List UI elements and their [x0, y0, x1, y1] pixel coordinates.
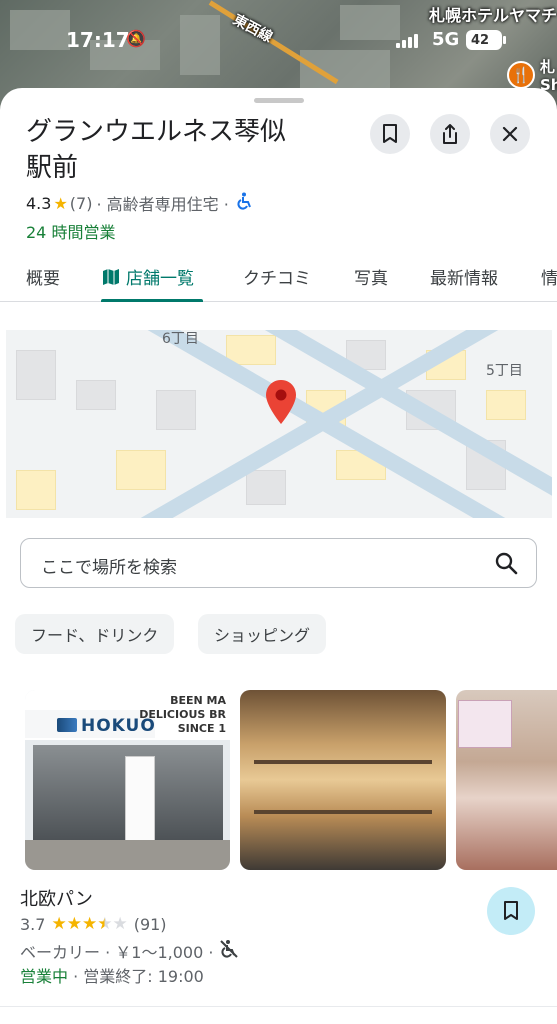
tab-updates[interactable]: 最新情報: [430, 264, 498, 289]
status-time: 17:17: [66, 28, 130, 52]
location-pin-icon[interactable]: [264, 378, 298, 426]
chip-shopping[interactable]: ショッピング: [198, 614, 327, 654]
status-bar: 17:17 🔕 5G 42: [0, 28, 557, 54]
place-category: · 高齢者専用住宅 ·: [96, 195, 229, 214]
listing-save-button[interactable]: [487, 887, 535, 935]
tab-bar: 概要 店舗一覧 クチコミ 写真 最新情報 情: [0, 250, 557, 302]
listing-name[interactable]: 北欧パン: [20, 885, 93, 911]
search-icon[interactable]: [494, 551, 518, 575]
tab-info[interactable]: 情: [541, 264, 557, 289]
battery-level: 42: [471, 32, 490, 48]
search-input[interactable]: ここで場所を検索: [20, 538, 537, 588]
bookmark-icon: [383, 124, 397, 143]
active-tab-indicator: [101, 299, 203, 302]
place-hours: 24 時間営業: [26, 223, 116, 242]
map-icon: [103, 269, 119, 285]
tab-photos[interactable]: 写真: [354, 264, 388, 289]
place-title: グランウエルネス琴似 駅前: [26, 114, 346, 186]
chip-food-drink[interactable]: フード、ドリンク: [15, 614, 175, 654]
tab-directory[interactable]: 店舗一覧: [102, 264, 194, 289]
hokuo-logo: [57, 718, 77, 732]
star-rating-icon: ★ ★ ★ ★ ★: [51, 914, 128, 934]
save-button[interactable]: [370, 114, 410, 154]
place-review-count[interactable]: (7): [70, 194, 93, 213]
map-label-6chome: 6丁目: [162, 331, 199, 347]
photo-menu-board[interactable]: [456, 690, 557, 870]
restaurant-poi-icon[interactable]: 🍴: [507, 61, 535, 89]
place-rating: 4.3: [26, 193, 52, 213]
listing-rating: 3.7: [20, 914, 46, 934]
network-type: 5G: [432, 29, 460, 50]
photo-bread-display[interactable]: [240, 690, 446, 870]
listing-rating-row: 3.7 ★ ★ ★ ★ ★ (91): [20, 914, 167, 934]
place-meta: 4.3 ★ (7) · 高齢者専用住宅 ·: [26, 191, 253, 215]
tab-directory-label: 店舗一覧: [126, 269, 194, 289]
photo-storefront[interactable]: HOKUO BEEN MA DELICIOUS BR SINCE 1: [25, 690, 230, 870]
sheet-drag-handle[interactable]: [254, 98, 304, 103]
close-icon: [502, 126, 518, 142]
share-button[interactable]: [430, 114, 470, 154]
photo-carousel[interactable]: HOKUO BEEN MA DELICIOUS BR SINCE 1: [0, 690, 557, 870]
share-icon: [443, 124, 457, 144]
hotel-label: 札幌ホテルヤマチ: [428, 6, 557, 25]
listing-category-row: ベーカリー · ￥1～1,000 ·: [20, 939, 239, 963]
search-placeholder: ここで場所を検索: [41, 558, 177, 578]
place-title-line1: グランウエルネス琴似: [26, 117, 287, 147]
star-icon: ★: [53, 193, 68, 213]
divider: [0, 1006, 557, 1007]
tab-reviews[interactable]: クチコミ: [243, 264, 311, 289]
map-label-5chome: 5丁目: [486, 363, 523, 379]
mini-map[interactable]: 6丁目 5丁目: [6, 330, 552, 518]
place-title-line2: 駅前: [26, 153, 79, 183]
bookmark-icon: [504, 901, 518, 920]
listing-open-status: 営業中: [20, 967, 69, 986]
place-sheet: グランウエルネス琴似 駅前 4.3 ★ (7) · 高齢者専用住宅 · 24 時…: [0, 88, 557, 1024]
no-wheelchair-icon: [219, 939, 239, 963]
tab-overview[interactable]: 概要: [26, 264, 60, 289]
wheelchair-accessible-icon: [235, 192, 253, 214]
listing-review-count[interactable]: (91): [134, 915, 167, 934]
listing-hours-row: 営業中 · 営業終了: 19:00: [20, 963, 204, 987]
cellular-signal-icon: [396, 32, 418, 48]
listing-close-info: · 営業終了: 19:00: [68, 967, 204, 986]
battery-icon: 42: [466, 30, 506, 50]
close-button[interactable]: [490, 114, 530, 154]
photo-tagline: BEEN MA DELICIOUS BR SINCE 1: [139, 694, 226, 735]
listing-category: ベーカリー · ￥1～1,000 ·: [20, 943, 214, 962]
bell-muted-icon: 🔕: [126, 29, 146, 48]
